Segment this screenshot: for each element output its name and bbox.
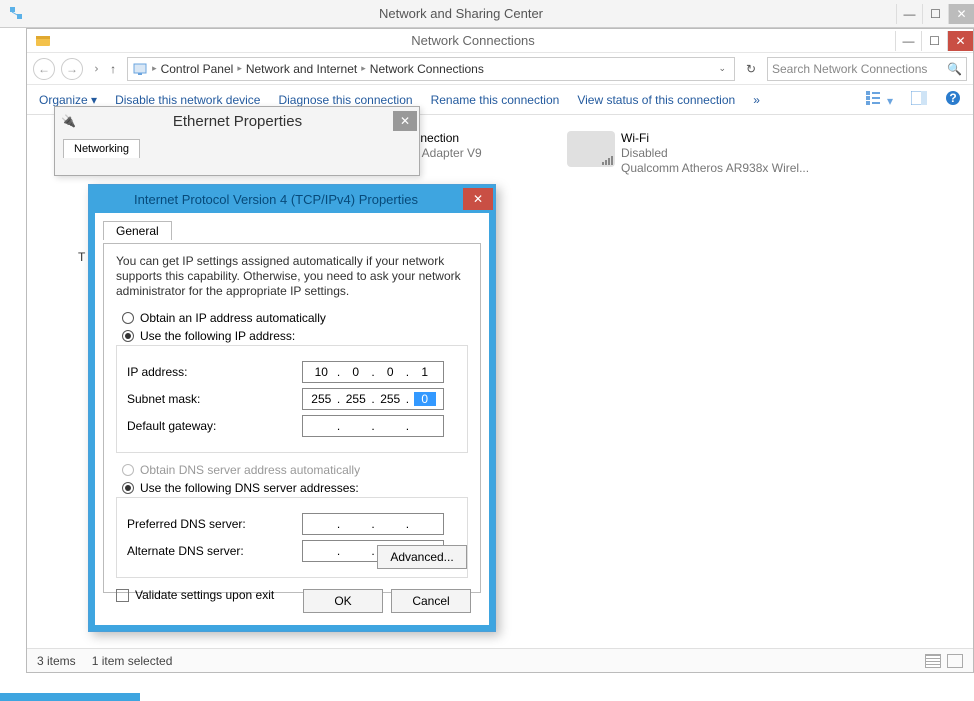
ethernet-properties-dialog: 🔌 Ethernet Properties ✕ Networking (54, 106, 420, 176)
breadcrumb-dropdown-button[interactable]: ⌄ (714, 63, 730, 74)
label-preferred-dns: Preferred DNS server: (127, 517, 302, 531)
help-icon[interactable]: ? (945, 90, 961, 109)
ethernet-icon: 🔌 (61, 114, 76, 128)
search-input[interactable]: Search Network Connections 🔍 (767, 57, 967, 81)
outer-window-title: Network and Sharing Center (26, 6, 896, 21)
cmd-disable-device[interactable]: Disable this network device (115, 93, 260, 107)
breadcrumb[interactable]: ▸ Control Panel ▸ Network and Internet ▸… (127, 57, 735, 81)
inner-maximize-button[interactable]: ☐ (921, 31, 947, 51)
control-panel-icon (132, 61, 148, 77)
preferred-dns-input[interactable]: ... (302, 513, 444, 535)
network-sharing-icon (8, 5, 26, 23)
cmd-diagnose[interactable]: Diagnose this connection (278, 93, 412, 107)
svg-text:?: ? (949, 91, 956, 105)
network-connections-icon (35, 33, 51, 49)
breadcrumb-seg-1[interactable]: Control Panel (161, 62, 234, 76)
view-options-icon[interactable]: ▾ (866, 91, 893, 108)
subnet-mask-input[interactable]: 255. 255. 255. 0 (302, 388, 444, 410)
search-placeholder: Search Network Connections (772, 62, 927, 76)
cmd-organize[interactable]: Organize ▾ (39, 93, 97, 107)
wifi-adapter-icon (567, 131, 615, 167)
refresh-button[interactable]: ↻ (741, 59, 761, 79)
radio-obtain-dns-auto: Obtain DNS server address automatically (122, 463, 468, 477)
radio-use-following-dns[interactable]: Use the following DNS server addresses: (122, 481, 468, 495)
breadcrumb-chevron-icon: ▸ (152, 63, 157, 74)
ipv4-titlebar[interactable]: Internet Protocol Version 4 (TCP/IPv4) P… (89, 185, 495, 213)
ethernet-properties-title: Ethernet Properties (82, 113, 393, 130)
cmd-rename[interactable]: Rename this connection (431, 93, 560, 107)
breadcrumb-seg-3[interactable]: Network Connections (370, 62, 484, 76)
status-bar: 3 items 1 item selected (27, 648, 973, 672)
view-large-icons-icon[interactable] (947, 654, 963, 668)
explorer-navbar: ← → ⌄ ↑ ▸ Control Panel ▸ Network and In… (27, 53, 973, 85)
preview-pane-icon[interactable] (911, 91, 927, 108)
nav-forward-button[interactable]: → (61, 58, 83, 80)
status-item-count: 3 items (37, 654, 76, 668)
nav-history-dropdown[interactable]: ⌄ (87, 63, 101, 73)
default-gateway-input[interactable]: ... (302, 415, 444, 437)
advanced-button[interactable]: Advanced... (377, 545, 467, 569)
ethernet-properties-titlebar[interactable]: 🔌 Ethernet Properties ✕ (55, 107, 419, 135)
inner-minimize-button[interactable]: — (895, 31, 921, 51)
network-item-wifi[interactable]: Wi-Fi Disabled Qualcomm Atheros AR938x W… (567, 131, 809, 176)
label-default-gateway: Default gateway: (127, 419, 302, 433)
outer-maximize-button[interactable]: ☐ (922, 4, 948, 24)
outer-minimize-button[interactable]: — (896, 4, 922, 24)
ip-address-fieldset: IP address: 10. 0. 0. 1 Subnet mask: 255… (116, 345, 468, 453)
ethernet-partial-text: T (78, 250, 85, 264)
taskbar-accent (0, 693, 140, 701)
breadcrumb-seg-2[interactable]: Network and Internet (246, 62, 357, 76)
inner-close-button[interactable]: ✕ (947, 31, 973, 51)
ipv4-title: Internet Protocol Version 4 (TCP/IPv4) P… (89, 192, 463, 207)
breadcrumb-chevron-icon: ▸ (237, 63, 242, 74)
ipv4-description: You can get IP settings assigned automat… (116, 254, 468, 299)
inner-window-titlebar: Network Connections — ☐ ✕ (27, 29, 973, 53)
outer-window-titlebar: Network and Sharing Center — ☐ ✕ (0, 0, 974, 28)
cmd-view-status[interactable]: View status of this connection (577, 93, 735, 107)
label-ip-address: IP address: (127, 365, 302, 379)
inner-window-title: Network Connections (51, 33, 895, 48)
ipv4-tab-general[interactable]: General (103, 221, 172, 240)
checkbox-icon (116, 589, 129, 602)
view-details-icon[interactable] (925, 654, 941, 668)
label-alternate-dns: Alternate DNS server: (127, 544, 302, 558)
cancel-button[interactable]: Cancel (391, 589, 471, 613)
ip-address-input[interactable]: 10. 0. 0. 1 (302, 361, 444, 383)
ok-button[interactable]: OK (303, 589, 383, 613)
radio-obtain-ip-auto[interactable]: Obtain an IP address automatically (122, 311, 468, 325)
status-selected-count: 1 item selected (92, 654, 173, 668)
label-subnet-mask: Subnet mask: (127, 392, 302, 406)
ipv4-properties-dialog: Internet Protocol Version 4 (TCP/IPv4) P… (88, 184, 496, 632)
nav-back-button[interactable]: ← (33, 58, 55, 80)
ethernet-properties-close-button[interactable]: ✕ (393, 111, 417, 131)
radio-use-following-ip[interactable]: Use the following IP address: (122, 329, 468, 343)
nav-up-button[interactable]: ↑ (105, 62, 121, 76)
ipv4-close-button[interactable]: ✕ (463, 188, 493, 210)
ethernet-tab-networking[interactable]: Networking (63, 139, 140, 158)
search-icon: 🔍 (947, 62, 962, 76)
cmd-more-chevron[interactable]: » (753, 93, 760, 107)
outer-close-button[interactable]: ✕ (948, 4, 974, 24)
breadcrumb-chevron-icon: ▸ (361, 63, 366, 74)
